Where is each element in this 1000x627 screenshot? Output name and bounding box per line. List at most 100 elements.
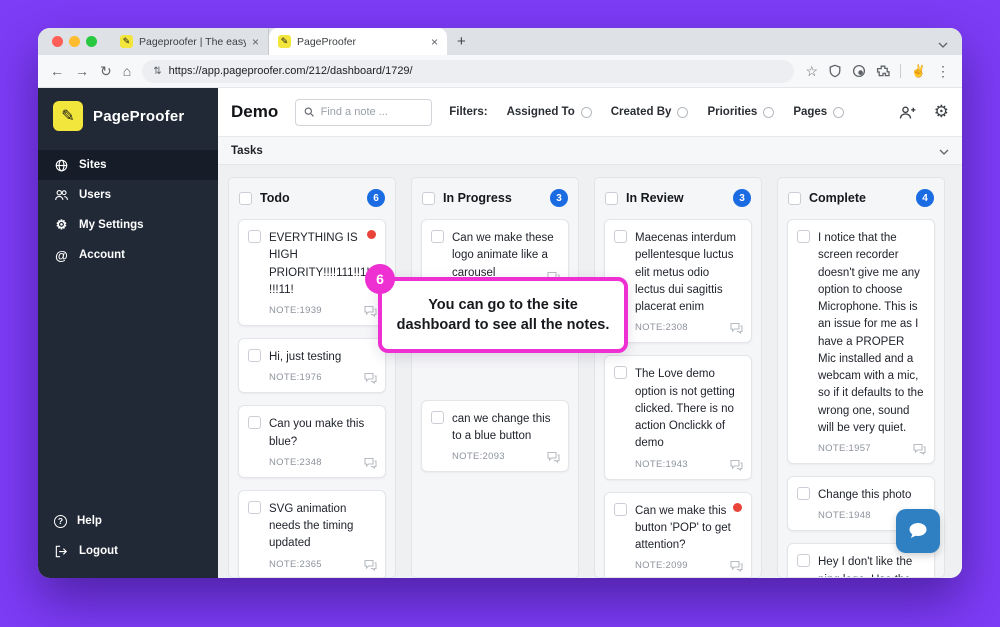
invite-user-icon[interactable] xyxy=(899,105,916,120)
site-permissions-icon[interactable]: ⇅ xyxy=(153,66,161,77)
url-text[interactable]: https://app.pageproofer.com/212/dashboar… xyxy=(169,65,413,77)
note-card[interactable]: EVERYTHING IS HIGH PRIORITY!!!!111!!1!!!… xyxy=(238,219,386,326)
zoom-window-button[interactable] xyxy=(86,36,97,47)
sidebar-item-label: Account xyxy=(79,249,125,261)
home-icon[interactable]: ⌂ xyxy=(123,63,131,79)
sidebar-item-users[interactable]: Users xyxy=(38,180,218,210)
column-count-badge: 3 xyxy=(733,189,751,207)
find-note-search[interactable] xyxy=(295,98,433,126)
sidebar-item-label: My Settings xyxy=(79,219,144,231)
priority-dot-icon xyxy=(733,502,742,512)
sidebar-item-help[interactable]: ? Help xyxy=(38,506,218,536)
column-checkbox[interactable] xyxy=(239,191,252,205)
card-note-id: NOTE:2093 xyxy=(452,451,505,463)
chevron-down-icon[interactable] xyxy=(939,142,949,160)
bookmark-star-icon[interactable]: ☆ xyxy=(805,63,818,80)
tab-search-chevron-icon[interactable] xyxy=(938,35,948,53)
card-text: Hi, just testing xyxy=(269,351,342,363)
note-card[interactable]: Can you make this blue? NOTE:2348 xyxy=(238,405,386,478)
shield-extension-icon[interactable] xyxy=(828,64,842,78)
search-input[interactable] xyxy=(320,106,424,118)
card-text: Maecenas interdum pellentesque luctus el… xyxy=(635,232,736,313)
minimize-window-button[interactable] xyxy=(69,36,80,47)
sidebar-item-label: Logout xyxy=(79,545,118,557)
column-count-badge: 6 xyxy=(367,189,385,207)
users-icon xyxy=(55,189,68,200)
pageproofer-favicon-icon: ✎ xyxy=(278,35,291,48)
comment-icon xyxy=(364,559,377,571)
extensions-puzzle-icon[interactable] xyxy=(876,64,890,78)
column-header: In Progress 3 xyxy=(412,178,578,216)
filter-created-by[interactable]: Created By xyxy=(611,106,689,118)
card-checkbox[interactable] xyxy=(797,487,810,500)
tasks-label: Tasks xyxy=(231,144,263,157)
filter-priorities[interactable]: Priorities xyxy=(707,106,775,118)
card-text: Can we make these logo animate like a ca… xyxy=(452,232,554,279)
card-checkbox[interactable] xyxy=(431,410,444,424)
gear-icon: ⚙ xyxy=(55,217,68,232)
close-tab-icon[interactable]: × xyxy=(431,36,438,48)
close-tab-icon[interactable]: × xyxy=(252,36,259,48)
filter-circle-icon xyxy=(833,106,845,118)
column-checkbox[interactable] xyxy=(788,191,801,205)
card-checkbox[interactable] xyxy=(797,554,810,568)
card-note-id: NOTE:2365 xyxy=(269,558,322,570)
card-note-id: NOTE:2308 xyxy=(635,322,688,334)
sidebar-item-logout[interactable]: Logout xyxy=(38,536,218,566)
board-column: Todo 6 EVERYTHING IS HIGH PRIORITY!!!!11… xyxy=(228,177,396,578)
sidebar-item-sites[interactable]: Sites xyxy=(38,150,218,180)
column-title: Todo xyxy=(260,191,290,205)
note-card[interactable]: can we change this to a blue button NOTE… xyxy=(421,399,569,473)
card-checkbox[interactable] xyxy=(431,230,444,243)
card-text: Can you make this blue? xyxy=(269,418,365,448)
annotation-callout: 6 You can go to the site dashboard to se… xyxy=(365,264,628,353)
card-checkbox[interactable] xyxy=(248,500,261,514)
tasks-bar[interactable]: Tasks xyxy=(218,137,962,165)
privacy-badge-icon[interactable] xyxy=(852,64,866,78)
card-checkbox[interactable] xyxy=(248,349,261,362)
chat-widget-button[interactable] xyxy=(896,509,940,553)
card-text: Can we make this button 'POP' to get att… xyxy=(635,504,731,552)
reload-icon[interactable]: ↻ xyxy=(100,63,112,80)
sidebar-item-my-settings[interactable]: ⚙ My Settings xyxy=(38,210,218,240)
column-title: In Review xyxy=(626,191,684,205)
hand-extension-icon[interactable]: ✌ xyxy=(911,64,926,78)
column-header: Complete 4 xyxy=(778,178,944,216)
column-checkbox[interactable] xyxy=(422,191,435,205)
filters-label: Filters: xyxy=(449,106,488,118)
comment-icon xyxy=(364,457,377,469)
filter-assigned-to[interactable]: Assigned To xyxy=(507,106,592,118)
forward-icon[interactable]: → xyxy=(75,63,89,79)
sidebar-item-account[interactable]: @ Account xyxy=(38,240,218,270)
sidebar-item-label: Help xyxy=(77,515,102,527)
settings-gear-icon[interactable]: ⚙ xyxy=(934,102,949,122)
help-icon: ? xyxy=(54,514,67,528)
card-checkbox[interactable] xyxy=(797,230,810,243)
browser-menu-icon[interactable]: ⋮ xyxy=(936,63,950,80)
close-window-button[interactable] xyxy=(52,36,63,47)
card-checkbox[interactable] xyxy=(614,366,627,380)
column-title: Complete xyxy=(809,191,866,205)
card-checkbox[interactable] xyxy=(614,502,627,516)
column-checkbox[interactable] xyxy=(605,191,618,205)
filter-pages[interactable]: Pages xyxy=(793,106,845,118)
browser-tab-pageproofer-app[interactable]: ✎ PageProofer × xyxy=(269,28,447,55)
board-column: In Progress 3 Can we make these logo ani… xyxy=(411,177,579,578)
back-icon[interactable]: ← xyxy=(50,63,64,79)
card-checkbox[interactable] xyxy=(248,230,261,243)
browser-window: ✎ Pageproofer | The easy way t × ✎ PageP… xyxy=(38,28,962,578)
note-card[interactable]: I notice that the screen recorder doesn'… xyxy=(787,219,935,464)
note-card[interactable]: Hi, just testing NOTE:1976 xyxy=(238,338,386,394)
card-checkbox[interactable] xyxy=(614,230,627,243)
card-note-id: NOTE:1939 xyxy=(269,305,322,316)
note-card[interactable]: SVG animation needs the timing updated N… xyxy=(238,489,386,577)
browser-toolbar: ← → ↻ ⌂ ⇅ https://app.pageproofer.com/21… xyxy=(38,55,962,88)
card-checkbox[interactable] xyxy=(248,416,261,430)
brand: ✎ PageProofer xyxy=(38,88,218,142)
browser-tab-pageproofer-site[interactable]: ✎ Pageproofer | The easy way t × xyxy=(111,28,269,55)
note-card[interactable]: The Love demo option is not getting clic… xyxy=(604,355,752,480)
new-tab-button[interactable]: + xyxy=(457,33,466,50)
column-header: In Review 3 xyxy=(595,178,761,216)
address-bar[interactable]: ⇅ https://app.pageproofer.com/212/dashbo… xyxy=(142,59,795,83)
note-card[interactable]: Can we make this button 'POP' to get att… xyxy=(604,491,752,577)
